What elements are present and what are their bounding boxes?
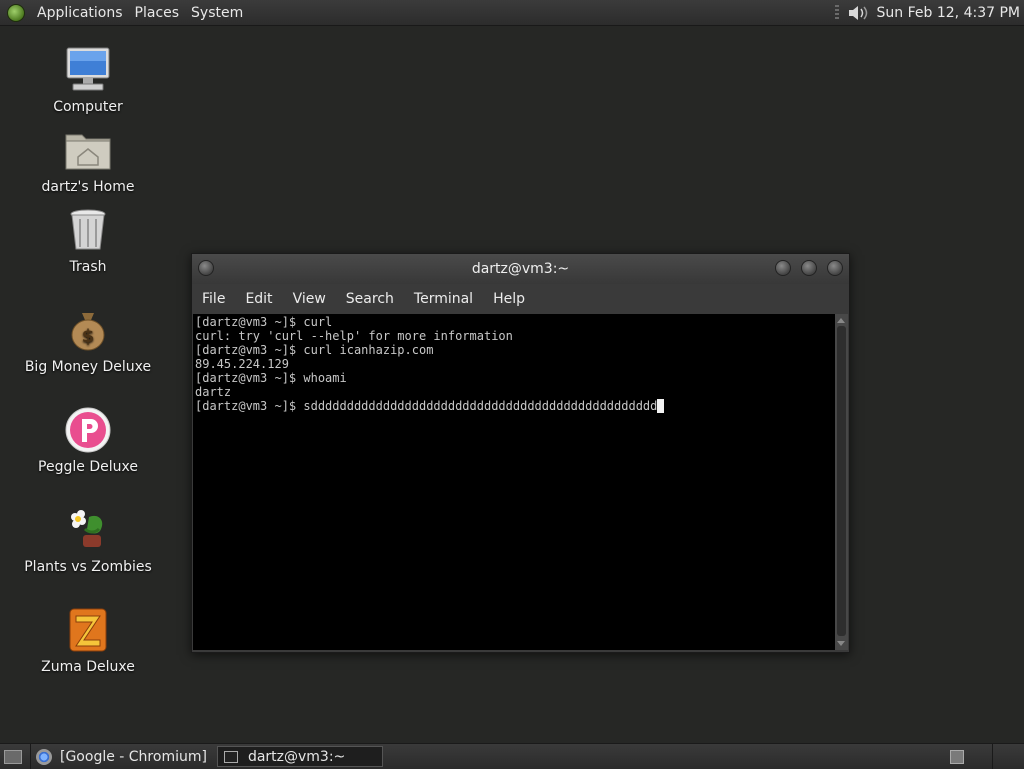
menu-terminal[interactable]: Terminal — [404, 291, 483, 307]
desktop-icon-zuma[interactable]: Zuma Deluxe — [13, 605, 163, 675]
close-button[interactable] — [827, 260, 843, 276]
menu-search[interactable]: Search — [336, 291, 404, 307]
trash-icon — [70, 209, 106, 250]
menu-file[interactable]: File — [192, 291, 235, 307]
scroll-down-arrow-icon[interactable] — [837, 641, 845, 646]
terminal-menubar: File Edit View Search Terminal Help — [192, 285, 849, 313]
panel-separator — [992, 744, 993, 769]
svg-text:$: $ — [82, 326, 95, 347]
terminal-line: [dartz@vm3 ~]$ curl — [195, 315, 333, 329]
home-folder-icon — [65, 134, 111, 170]
workspace-switcher[interactable] — [950, 749, 964, 764]
desktop-icon-label: dartz's Home — [41, 179, 135, 195]
menu-places[interactable]: Places — [129, 5, 186, 21]
computer-icon — [66, 47, 110, 91]
desktop-icon-home[interactable]: dartz's Home — [13, 125, 163, 195]
desktop-icon-label: Plants vs Zombies — [24, 559, 152, 575]
scrollbar-thumb[interactable] — [837, 326, 846, 636]
desktop-icon-big-money[interactable]: $ Big Money Deluxe — [13, 305, 163, 375]
clock[interactable]: Sun Feb 12, 4:37 PM — [877, 5, 1020, 21]
terminal-line: 89.45.224.129 — [195, 357, 289, 371]
window-title: dartz@vm3:~ — [471, 261, 570, 277]
minimize-button[interactable] — [775, 260, 791, 276]
desktop-icon-trash[interactable]: Trash — [13, 205, 163, 275]
zuma-icon — [69, 608, 107, 652]
desktop-icon-computer[interactable]: Computer — [13, 45, 163, 115]
chromium-icon — [36, 748, 52, 765]
money-bag-icon: $ — [71, 313, 105, 351]
desktop-icon-label: Zuma Deluxe — [41, 659, 135, 675]
desktop-icon-peggle[interactable]: Peggle Deluxe — [13, 405, 163, 475]
desktop-icon-plants-vs-zombies[interactable]: Plants vs Zombies — [13, 505, 163, 575]
bottom-panel: [Google - Chromium] dartz@vm3:~ — [0, 743, 1024, 769]
terminal-line: [dartz@vm3 ~]$ whoami — [195, 371, 347, 385]
taskbar-button-terminal[interactable]: dartz@vm3:~ — [216, 746, 383, 767]
desktop-icon-label: Trash — [69, 259, 107, 275]
plants-vs-zombies-icon — [71, 510, 103, 547]
top-panel: Applications Places System Sun Feb 12, 4… — [0, 0, 1024, 26]
terminal-line: [dartz@vm3 ~]$ curl icanhazip.com — [195, 343, 434, 357]
terminal-icon — [223, 750, 238, 763]
taskbar-label: dartz@vm3:~ — [247, 748, 346, 765]
scroll-up-arrow-icon[interactable] — [837, 318, 845, 323]
terminal-window[interactable]: dartz@vm3:~ File Edit View Search Termin… — [191, 253, 850, 653]
terminal-scrollbar[interactable] — [835, 314, 848, 650]
terminal-cursor — [657, 399, 665, 413]
peggle-icon — [65, 407, 111, 453]
taskbar-label: [Google - Chromium] — [60, 748, 207, 765]
show-desktop-icon[interactable] — [4, 749, 22, 764]
panel-separator — [30, 744, 31, 769]
volume-icon[interactable] — [847, 3, 869, 23]
maximize-button[interactable] — [801, 260, 817, 276]
taskbar-button-chromium[interactable]: [Google - Chromium] — [30, 746, 213, 767]
menu-applications[interactable]: Applications — [31, 5, 129, 21]
terminal-line: curl: try 'curl --help' for more informa… — [195, 329, 513, 343]
desktop-icon-label: Computer — [53, 99, 123, 115]
terminal-output[interactable]: [dartz@vm3 ~]$ curl curl: try 'curl --he… — [193, 314, 835, 650]
desktop-icon-label: Peggle Deluxe — [38, 459, 138, 475]
menu-edit[interactable]: Edit — [235, 291, 282, 307]
terminal-input-text: [dartz@vm3 ~]$ sdddddddddddddddddddddddd… — [195, 399, 658, 413]
menu-help[interactable]: Help — [483, 291, 535, 307]
terminal-prompt-line[interactable]: [dartz@vm3 ~]$ sdddddddddddddddddddddddd… — [195, 399, 835, 413]
panel-handle[interactable] — [834, 4, 839, 21]
gnome-foot-icon[interactable] — [7, 3, 25, 22]
window-menu-icon[interactable] — [198, 260, 214, 276]
terminal-line: dartz — [195, 385, 232, 399]
desktop-icon-label: Big Money Deluxe — [24, 359, 152, 375]
menu-view[interactable]: View — [283, 291, 336, 307]
menu-system[interactable]: System — [185, 5, 249, 21]
window-titlebar[interactable]: dartz@vm3:~ — [192, 254, 849, 284]
